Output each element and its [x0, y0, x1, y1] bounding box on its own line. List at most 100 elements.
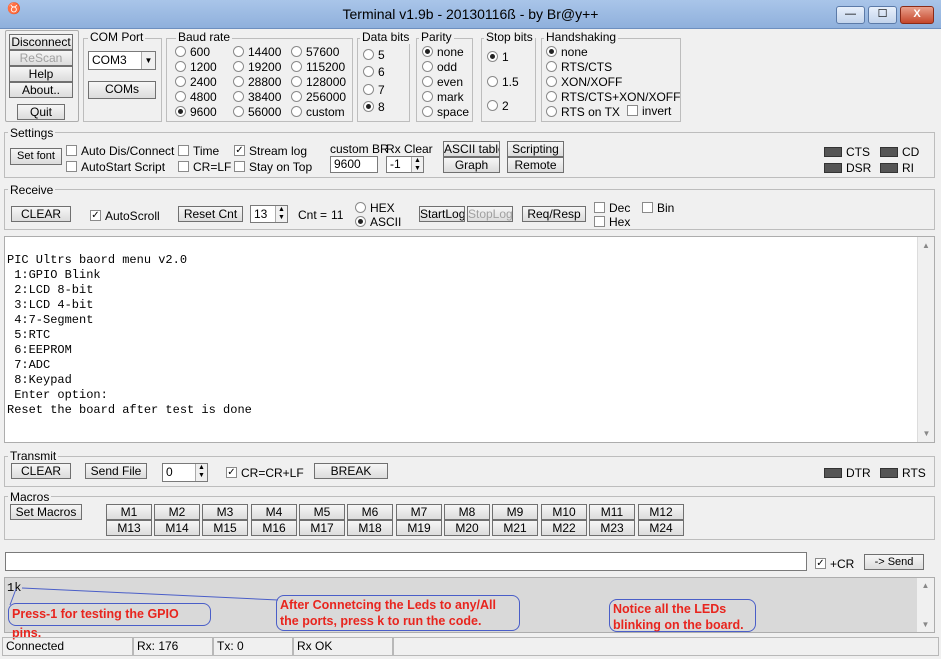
baud-rate-radio[interactable]: [291, 106, 302, 118]
dec-checkbox[interactable]: Dec: [594, 200, 630, 215]
parity-option[interactable]: none: [422, 44, 464, 59]
data-bits-option[interactable]: 6: [363, 64, 385, 79]
send-file-button[interactable]: Send File: [85, 463, 147, 479]
parity-radio[interactable]: [422, 91, 433, 103]
macro-button-m10[interactable]: M10: [541, 504, 587, 520]
quit-button[interactable]: Quit: [17, 104, 65, 120]
stream-log-checkbox[interactable]: ✓ Stream log: [234, 143, 307, 158]
stay-on-top-checkbox[interactable]: Stay on Top: [234, 159, 312, 174]
stop-bits-radio[interactable]: [487, 51, 498, 63]
data-bits-option[interactable]: 8: [363, 99, 385, 114]
macro-button-m16[interactable]: M16: [251, 520, 297, 536]
baud-rate-radio[interactable]: [175, 46, 186, 58]
macro-button-m3[interactable]: M3: [202, 504, 248, 520]
macro-button-m14[interactable]: M14: [154, 520, 200, 536]
macro-button-m21[interactable]: M21: [492, 520, 538, 536]
macro-button-m5[interactable]: M5: [299, 504, 345, 520]
ascii-table-button[interactable]: ASCII table: [443, 141, 500, 157]
baud-rate-radio[interactable]: [233, 91, 244, 103]
autoscroll-checkbox[interactable]: ✓ AutoScroll: [90, 208, 160, 223]
maximize-button[interactable]: ☐: [868, 6, 897, 24]
parity-option[interactable]: mark: [422, 89, 464, 104]
scripting-button[interactable]: Scripting: [507, 141, 564, 157]
baud-rate-radio[interactable]: [233, 46, 244, 58]
autostart-script-checkbox[interactable]: AutoStart Script: [66, 159, 165, 174]
baud-rate-option[interactable]: 600: [175, 44, 210, 59]
plus-cr-checkbox[interactable]: ✓ +CR: [815, 556, 854, 571]
baud-rate-radio[interactable]: [175, 76, 186, 88]
macro-button-m6[interactable]: M6: [347, 504, 393, 520]
baud-rate-radio[interactable]: [233, 61, 244, 73]
bin-box[interactable]: [642, 202, 653, 214]
macro-button-m4[interactable]: M4: [251, 504, 297, 520]
baud-rate-option[interactable]: 14400: [233, 44, 281, 59]
macro-button-m15[interactable]: M15: [202, 520, 248, 536]
baud-rate-radio[interactable]: [175, 106, 186, 118]
baud-rate-radio[interactable]: [291, 46, 302, 58]
invert-checkbox[interactable]: invert: [627, 103, 671, 118]
ascii-radio[interactable]: ASCII: [355, 214, 401, 229]
parity-radio[interactable]: [422, 61, 433, 73]
handshaking-option[interactable]: RTS/CTS+XON/XOFF: [546, 89, 680, 104]
time-checkbox[interactable]: Time: [178, 143, 219, 158]
cnt-spinner-icon[interactable]: ▲ ▼: [275, 206, 287, 222]
close-button[interactable]: X: [900, 6, 934, 24]
macro-button-m24[interactable]: M24: [638, 520, 684, 536]
stop-bits-radio[interactable]: [487, 76, 498, 88]
macro-button-m22[interactable]: M22: [541, 520, 587, 536]
set-macros-button[interactable]: Set Macros: [10, 504, 82, 520]
receive-scrollbar[interactable]: ▲ ▼: [917, 237, 934, 442]
scroll-up-icon[interactable]: ▲: [918, 241, 934, 250]
log-scroll-up-icon[interactable]: ▲: [917, 581, 934, 590]
dec-box[interactable]: [594, 202, 605, 214]
receive-terminal[interactable]: PIC Ultrs baord menu v2.0 1:GPIO Blink 2…: [4, 236, 935, 443]
req-resp-button[interactable]: Req/Resp: [522, 206, 586, 222]
disconnect-button[interactable]: Disconnect: [9, 34, 73, 50]
stoplog-button[interactable]: StopLog: [467, 206, 513, 222]
handshaking-option[interactable]: none: [546, 44, 588, 59]
baud-rate-option[interactable]: 38400: [233, 89, 281, 104]
coms-button[interactable]: COMs: [88, 81, 156, 99]
handshaking-option[interactable]: XON/XOFF: [546, 74, 622, 89]
hex-radio-dot[interactable]: [355, 202, 366, 214]
set-font-button[interactable]: Set font: [10, 148, 62, 165]
baud-rate-option[interactable]: 19200: [233, 59, 281, 74]
help-button[interactable]: Help: [9, 66, 73, 82]
baud-rate-radio[interactable]: [233, 76, 244, 88]
auto-dis-connect-box[interactable]: [66, 145, 77, 157]
handshaking-radio[interactable]: [546, 106, 557, 118]
macro-button-m18[interactable]: M18: [347, 520, 393, 536]
baud-rate-option[interactable]: 256000: [291, 89, 346, 104]
parity-radio[interactable]: [422, 76, 433, 88]
hex-radio[interactable]: HEX: [355, 200, 395, 215]
transmit-clear-button[interactable]: CLEAR: [11, 463, 71, 479]
baud-rate-option[interactable]: 4800: [175, 89, 217, 104]
handshaking-radio[interactable]: [546, 61, 557, 73]
baud-rate-radio[interactable]: [175, 91, 186, 103]
parity-radio[interactable]: [422, 106, 433, 118]
transmit-spinner[interactable]: 0 ▲ ▼: [162, 463, 208, 482]
baud-rate-option[interactable]: custom: [291, 104, 345, 119]
stay-on-top-box[interactable]: [234, 161, 245, 173]
macro-button-m2[interactable]: M2: [154, 504, 200, 520]
plus-cr-box[interactable]: ✓: [815, 558, 826, 570]
data-bits-radio[interactable]: [363, 66, 374, 78]
transmit-log-scrollbar[interactable]: ▲ ▼: [917, 578, 934, 632]
macro-button-m19[interactable]: M19: [396, 520, 442, 536]
macro-button-m1[interactable]: M1: [106, 504, 152, 520]
parity-option[interactable]: even: [422, 74, 463, 89]
handshaking-radio[interactable]: [546, 46, 557, 58]
baud-rate-radio[interactable]: [291, 61, 302, 73]
hex-box[interactable]: [594, 216, 605, 228]
custom-br-input[interactable]: 9600: [330, 156, 378, 173]
macro-button-m13[interactable]: M13: [106, 520, 152, 536]
stream-log-box[interactable]: ✓: [234, 145, 245, 157]
autoscroll-box[interactable]: ✓: [90, 210, 101, 222]
macro-button-m8[interactable]: M8: [444, 504, 490, 520]
parity-option[interactable]: odd: [422, 59, 457, 74]
rescan-button[interactable]: ReScan: [9, 50, 73, 66]
parity-radio[interactable]: [422, 46, 433, 58]
cr-lf-checkbox[interactable]: CR=LF: [178, 159, 231, 174]
data-bits-radio[interactable]: [363, 49, 374, 61]
reset-cnt-button[interactable]: Reset Cnt: [178, 206, 243, 222]
